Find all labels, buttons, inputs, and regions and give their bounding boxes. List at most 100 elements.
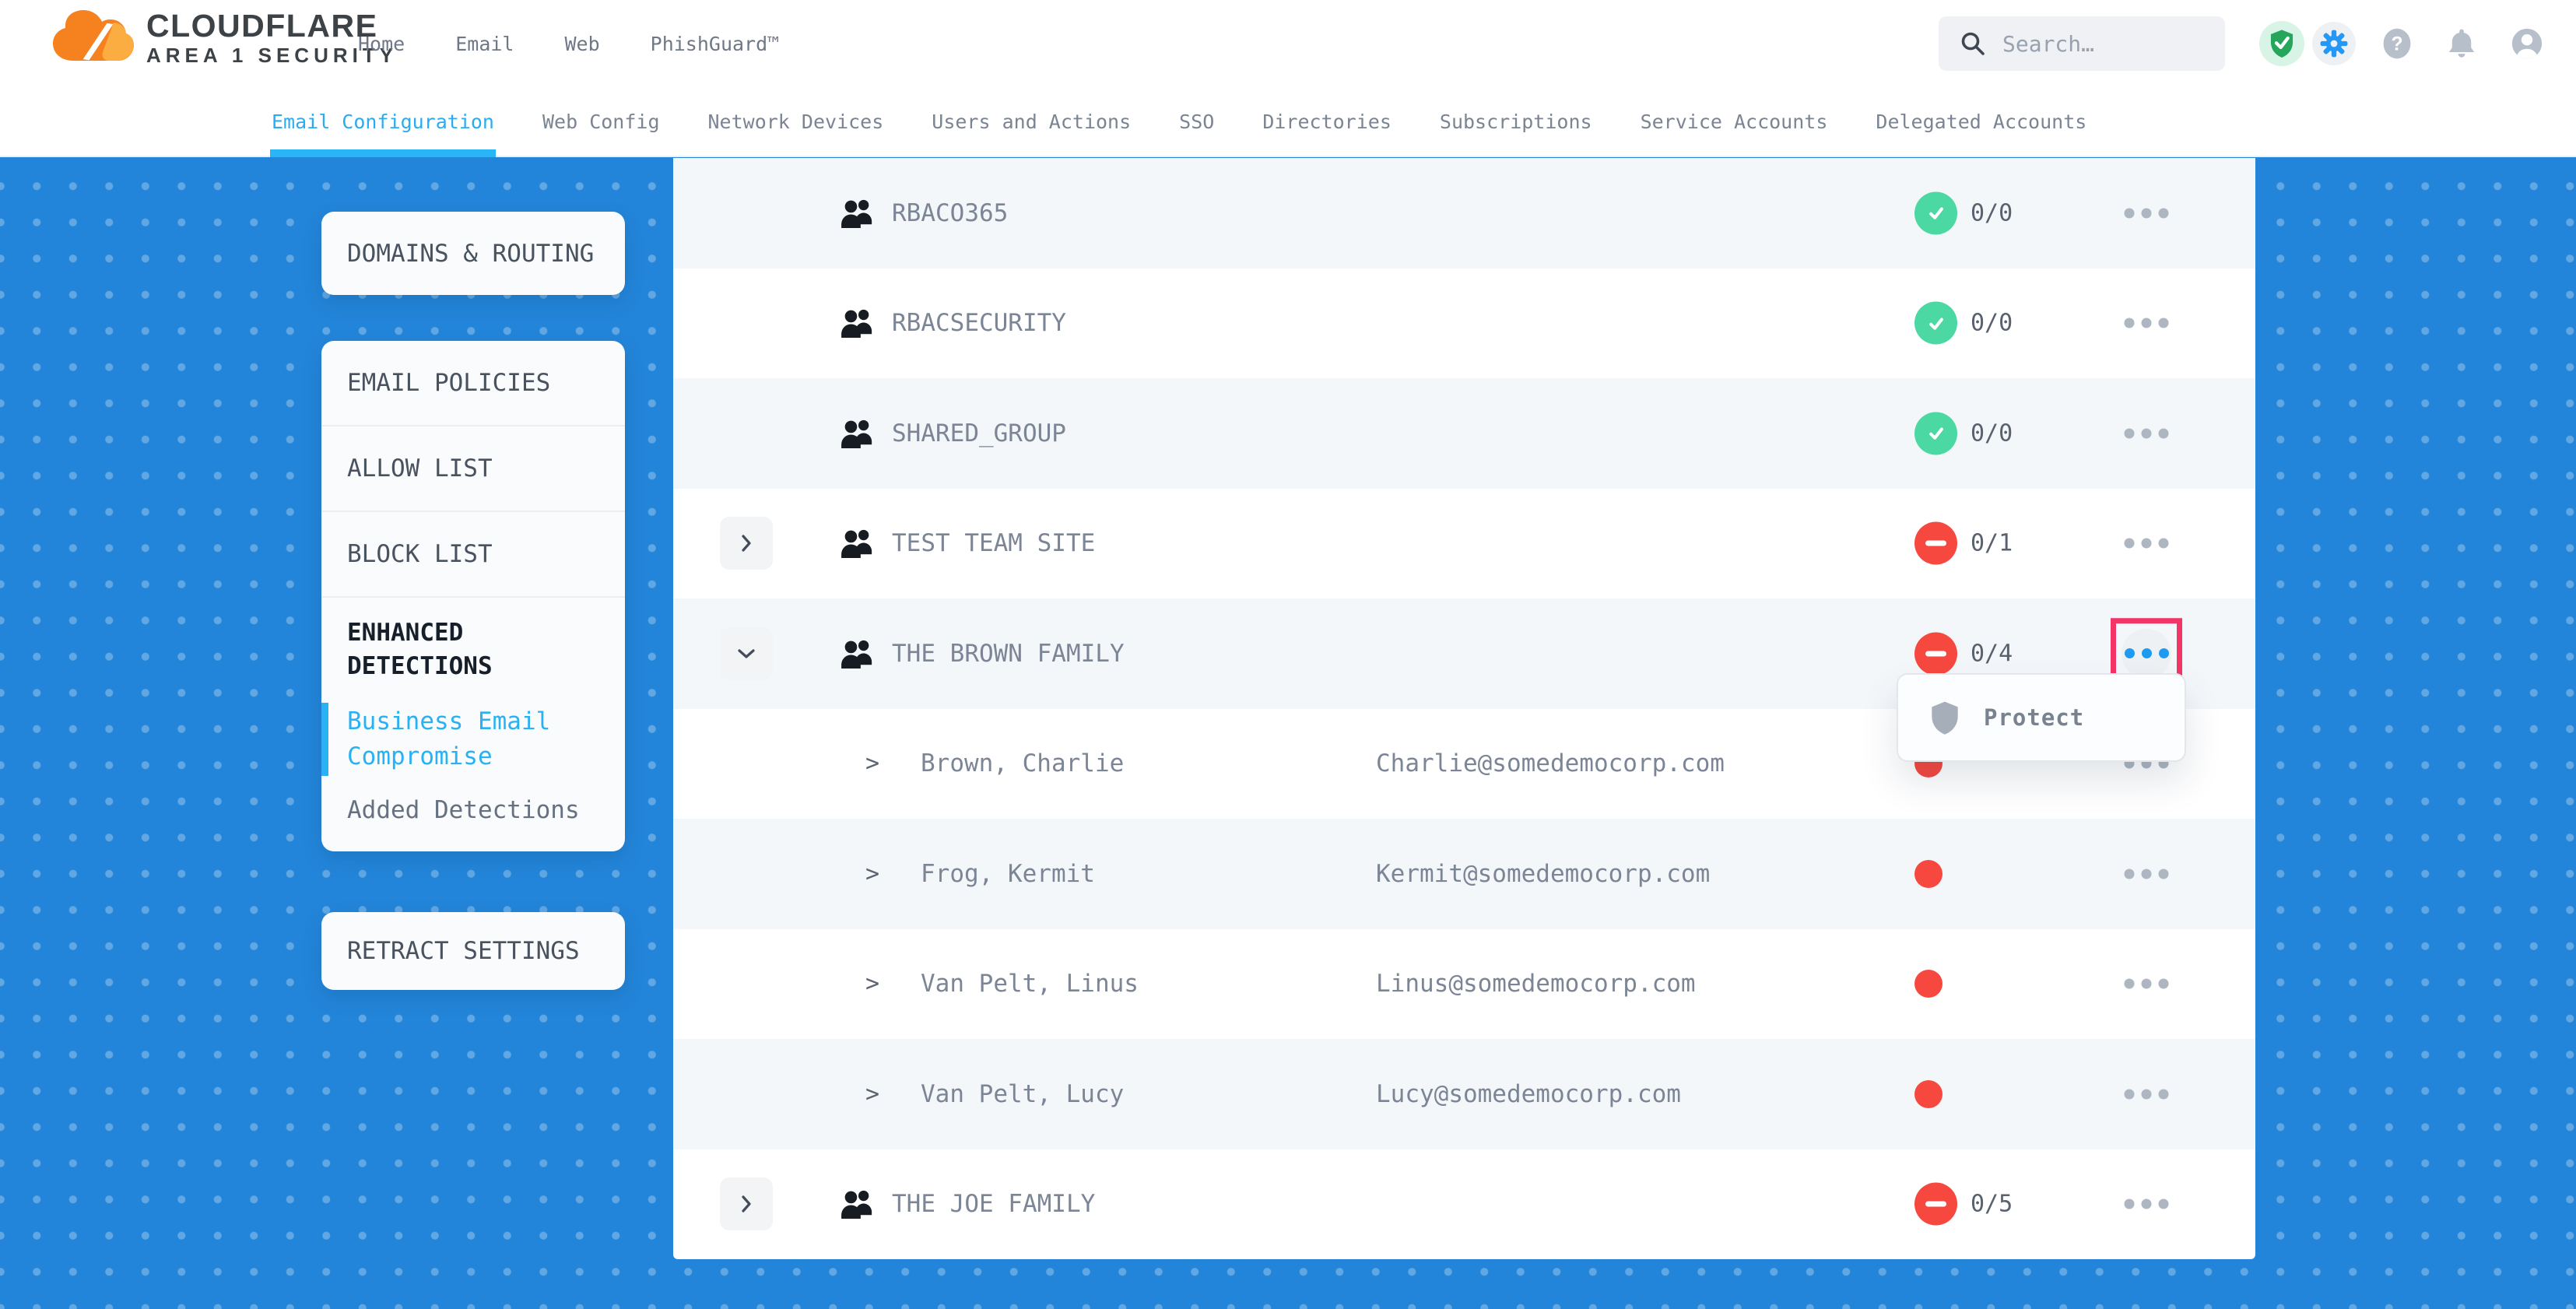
table-row-group: TEST TEAM SITE 0/1	[673, 489, 2255, 599]
search-input[interactable]: Search…	[1939, 16, 2225, 71]
sidebar-item-domains-routing: DOMAINS & ROUTING	[347, 240, 594, 268]
row-actions-menu-button[interactable]	[2117, 531, 2177, 556]
row-actions-menu-button[interactable]	[2117, 1191, 2177, 1217]
table-row-group: RBACSECURITY 0/0	[673, 268, 2255, 379]
status-unprotected-badge	[1914, 1183, 1957, 1226]
expand-row-button[interactable]	[720, 1177, 773, 1230]
member-expand-glyph[interactable]: >	[865, 1080, 879, 1107]
context-menu-item-protect[interactable]: Protect	[1984, 704, 2084, 731]
group-name: TEST TEAM SITE	[892, 529, 1095, 557]
member-name: Frog, Kermit	[921, 860, 1095, 888]
group-name: SHARED_GROUP	[892, 419, 1066, 447]
row-actions-menu-button[interactable]	[2117, 861, 2177, 886]
group-name: RBACO365	[892, 199, 1008, 227]
status-unprotected-dot	[1914, 970, 1943, 998]
member-name: Van Pelt, Linus	[921, 970, 1139, 998]
group-name: RBACSECURITY	[892, 309, 1066, 337]
table-row-member: > Frog, Kermit Kermit@somedemocorp.com	[673, 819, 2255, 929]
settings-gear-icon[interactable]	[2312, 22, 2356, 65]
member-email: Linus@somedemocorp.com	[1376, 970, 1696, 998]
row-actions-menu-button[interactable]	[2117, 311, 2177, 336]
shield-icon	[1929, 700, 1960, 735]
row-actions-menu-button[interactable]	[2117, 971, 2177, 997]
table-row-member: > Van Pelt, Linus Linus@somedemocorp.com	[673, 929, 2255, 1040]
protection-count: 0/0	[1971, 310, 2013, 337]
group-people-icon	[841, 198, 876, 229]
sidebar-card-domains-routing[interactable]: DOMAINS & ROUTING	[321, 212, 625, 295]
tab-users-and-actions[interactable]: Users and Actions	[932, 87, 1131, 156]
member-email: Kermit@somedemocorp.com	[1376, 860, 1710, 888]
app-header: CLOUDFLARE AREA 1 SECURITY Home Email We…	[0, 0, 2576, 87]
collapse-row-button[interactable]	[720, 627, 773, 680]
protection-count: 0/0	[1971, 199, 2013, 226]
row-actions-menu-button-active[interactable]	[2122, 629, 2171, 679]
member-expand-glyph[interactable]: >	[865, 970, 879, 998]
nav-email[interactable]: Email	[455, 33, 514, 55]
tab-delegated-accounts[interactable]: Delegated Accounts	[1876, 87, 2086, 156]
tab-web-config[interactable]: Web Config	[542, 87, 660, 156]
status-unprotected-dot	[1914, 860, 1943, 888]
cloudflare-cloud-icon	[50, 9, 134, 67]
nav-web[interactable]: Web	[564, 33, 599, 55]
help-icon[interactable]: ?	[2380, 26, 2414, 61]
chevron-down-icon	[736, 646, 756, 662]
member-email: Lucy@somedemocorp.com	[1376, 1080, 1681, 1108]
section-tabbar: Email Configuration Web Config Network D…	[0, 87, 2576, 157]
sidebar-card-retract-settings[interactable]: RETRACT SETTINGS	[321, 912, 625, 990]
nav-phishguard[interactable]: PhishGuard™	[651, 33, 780, 55]
group-name: THE BROWN FAMILY	[892, 640, 1125, 668]
group-people-icon	[841, 418, 876, 449]
nav-home[interactable]: Home	[358, 33, 405, 55]
tab-subscriptions[interactable]: Subscriptions	[1440, 87, 1592, 156]
sidebar-item-email-policies[interactable]: EMAIL POLICIES	[321, 341, 625, 426]
row-actions-menu-button[interactable]	[2117, 420, 2177, 446]
group-people-icon	[841, 528, 876, 559]
tab-email-configuration[interactable]: Email Configuration	[272, 87, 494, 156]
member-name: Van Pelt, Lucy	[921, 1080, 1124, 1108]
status-protected-badge	[1914, 191, 1957, 234]
cloudflare-logo: CLOUDFLARE AREA 1 SECURITY	[50, 9, 398, 67]
tab-sso[interactable]: SSO	[1179, 87, 1214, 156]
tab-network-devices[interactable]: Network Devices	[708, 87, 884, 156]
sidebar-item-business-email-compromise[interactable]: Business Email Compromise	[347, 704, 599, 774]
protection-count: 0/1	[1971, 530, 2013, 557]
svg-text:?: ?	[2391, 33, 2402, 54]
status-protected-badge	[1914, 302, 1957, 345]
shield-check-status-icon[interactable]	[2259, 21, 2304, 66]
row-actions-menu-button[interactable]	[2117, 1081, 2177, 1107]
member-name: Brown, Charlie	[921, 749, 1124, 777]
sidebar-item-enhanced-detections[interactable]: ENHANCED DETECTIONS	[347, 616, 573, 684]
chevron-right-icon	[739, 533, 754, 553]
status-unprotected-badge	[1914, 632, 1957, 675]
search-placeholder: Search…	[2002, 31, 2094, 57]
group-people-icon	[841, 638, 876, 669]
sidebar-item-block-list[interactable]: BLOCK LIST	[321, 512, 625, 598]
sidebar-card-policies: EMAIL POLICIES ALLOW LIST BLOCK LIST ENH…	[321, 341, 625, 851]
table-row-member: > Van Pelt, Lucy Lucy@somedemocorp.com	[673, 1039, 2255, 1149]
protection-count: 0/0	[1971, 419, 2013, 447]
table-row-group: RBACO365 0/0	[673, 158, 2255, 268]
member-expand-glyph[interactable]: >	[865, 750, 879, 777]
table-row-group: SHARED_GROUP 0/0	[673, 378, 2255, 489]
search-icon	[1959, 30, 1987, 58]
sidebar-section-enhanced-detections: ENHANCED DETECTIONS Business Email Compr…	[321, 598, 625, 828]
group-people-icon	[841, 307, 876, 339]
status-unprotected-badge	[1914, 522, 1957, 565]
status-unprotected-dot	[1914, 1080, 1943, 1108]
groups-table: RBACO365 0/0 RBACSECURITY 0/0 SHARED_GRO…	[673, 158, 2255, 1259]
protection-count: 0/5	[1971, 1191, 2013, 1218]
user-avatar-icon[interactable]	[2509, 26, 2545, 61]
top-nav: Home Email Web PhishGuard™	[358, 0, 779, 87]
tab-directories[interactable]: Directories	[1262, 87, 1392, 156]
notifications-bell-icon[interactable]	[2445, 26, 2478, 61]
member-expand-glyph[interactable]: >	[865, 860, 879, 887]
group-people-icon	[841, 1188, 876, 1220]
expand-row-button[interactable]	[720, 517, 773, 570]
row-actions-menu-button[interactable]	[2117, 200, 2177, 226]
chevron-right-icon	[739, 1194, 754, 1214]
status-protected-badge	[1914, 412, 1957, 454]
sidebar-item-allow-list[interactable]: ALLOW LIST	[321, 426, 625, 512]
sidebar-item-added-detections[interactable]: Added Detections	[347, 793, 599, 828]
tab-service-accounts[interactable]: Service Accounts	[1641, 87, 1828, 156]
protection-count: 0/4	[1971, 640, 2013, 667]
